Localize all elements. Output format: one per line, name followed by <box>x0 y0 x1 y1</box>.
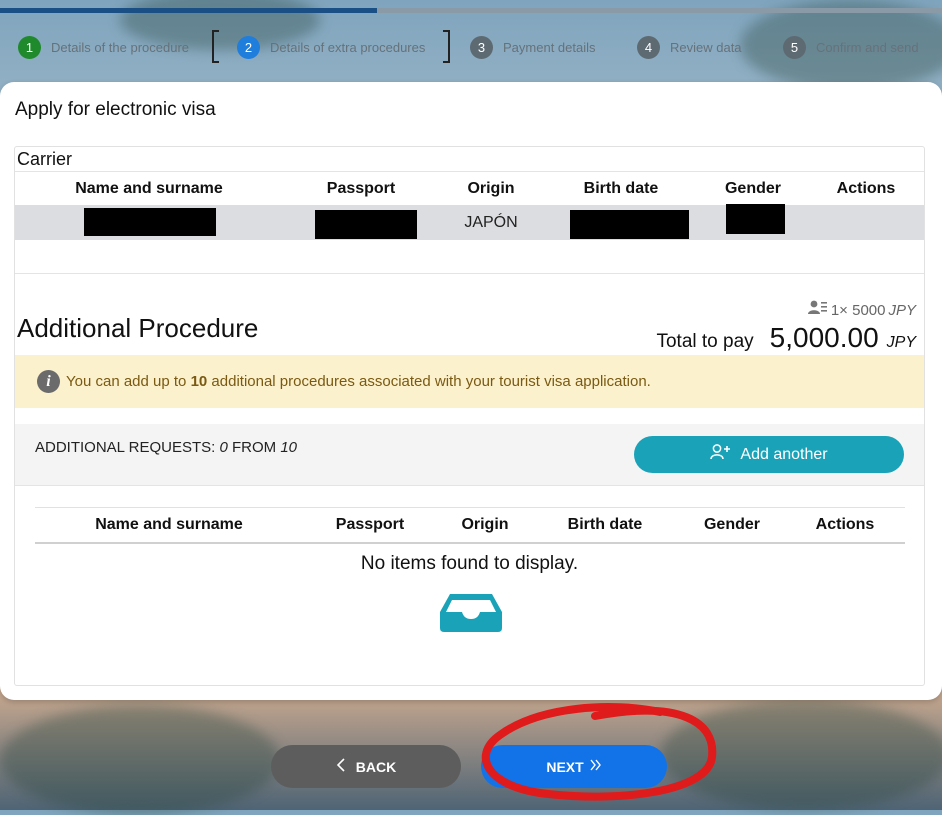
column-header-name: Name and surname <box>75 180 223 197</box>
step-3[interactable]: 3 Payment details <box>470 28 596 66</box>
column-header-origin: Origin <box>467 180 515 197</box>
add-another-label: Add another <box>740 445 828 463</box>
step-1[interactable]: 1 Details of the procedure <box>18 28 189 66</box>
back-label: BACK <box>355 758 397 775</box>
total-label: Total to pay <box>656 331 754 352</box>
double-chevron-right-icon <box>590 758 602 775</box>
requests-max: 10 <box>280 439 298 456</box>
redacted-gender <box>726 204 785 234</box>
column-header-passport: Passport <box>335 516 405 533</box>
column-header-origin: Origin <box>461 516 509 533</box>
requests-from: FROM <box>227 439 281 456</box>
column-header-passport: Passport <box>326 180 396 197</box>
step-label: Details of extra procedures <box>270 39 426 55</box>
requests-label: ADDITIONAL REQUESTS: <box>35 439 220 456</box>
user-plus-icon <box>710 444 732 465</box>
carrier-table-header: Name and surname Passport Origin Birth d… <box>15 171 924 205</box>
additional-table-header: Name and surname Passport Origin Birth d… <box>35 507 905 544</box>
step-2[interactable]: 2 Details of extra procedures <box>237 28 425 66</box>
step-4[interactable]: 4 Review data <box>637 28 742 66</box>
empty-state-message: No items found to display. <box>360 553 579 574</box>
step-number: 5 <box>783 35 806 59</box>
step-label: Details of the procedure <box>51 39 190 55</box>
total-amount: 5,000.00 <box>769 322 879 353</box>
unit-price: 1× 5000 JPY <box>807 300 916 320</box>
procedure-panel: Carrier Name and surname Passport Origin… <box>14 146 925 686</box>
progress-bar-fill <box>0 8 377 13</box>
carrier-heading: Carrier <box>17 149 73 169</box>
step-label: Review data <box>670 39 742 55</box>
redacted-name <box>84 208 216 236</box>
additional-requests-bar: ADDITIONAL REQUESTS: 0 FROM 10 Add anoth… <box>15 424 924 486</box>
next-button[interactable]: NEXT <box>481 745 667 788</box>
additional-requests-counter: ADDITIONAL REQUESTS: 0 FROM 10 <box>35 439 297 456</box>
redacted-passport <box>315 210 417 239</box>
stepper: 1 Details of the procedure 2 Details of … <box>0 28 942 68</box>
notice-prefix: You can add up to <box>66 373 191 390</box>
next-label: NEXT <box>546 758 584 775</box>
step-label: Payment details <box>503 39 596 55</box>
background-tree <box>0 705 280 815</box>
step-number: 4 <box>637 35 660 59</box>
additional-procedure-heading: Additional Procedure <box>17 313 259 343</box>
column-header-actions: Actions <box>836 180 896 197</box>
unit-price-value: 1× 5000 <box>830 301 886 319</box>
back-button[interactable]: BACK <box>271 745 461 788</box>
active-step-bracket-right <box>443 30 450 63</box>
column-header-gender: Gender <box>724 180 781 197</box>
chevron-left-icon <box>336 758 346 775</box>
add-another-button[interactable]: Add another <box>634 436 904 473</box>
visa-form-card: Apply for electronic visa Carrier Name a… <box>0 82 942 700</box>
total-to-pay: Total to pay 5,000.00 JPY <box>656 322 916 354</box>
carrier-table-row: JAPÓN <box>15 204 924 240</box>
active-step-bracket-left <box>212 30 219 63</box>
step-number: 3 <box>470 35 493 59</box>
unit-price-currency: JPY <box>888 301 916 319</box>
empty-inbox-icon <box>438 592 504 639</box>
background-tree <box>660 700 942 810</box>
page-title: Apply for electronic visa <box>15 99 216 120</box>
notice-suffix: additional procedures associated with yo… <box>207 373 651 390</box>
redacted-birth-date <box>570 210 689 239</box>
section-divider <box>15 273 924 274</box>
column-header-birth-date: Birth date <box>583 180 659 197</box>
step-label: Confirm and send <box>816 39 919 55</box>
info-icon: i <box>37 370 60 393</box>
requests-count: 0 <box>219 439 228 456</box>
column-header-actions: Actions <box>815 516 875 533</box>
column-header-name: Name and surname <box>95 516 243 533</box>
carrier-origin: JAPÓN <box>464 214 518 231</box>
total-currency: JPY <box>886 334 916 351</box>
column-header-birth-date: Birth date <box>567 516 643 533</box>
step-5[interactable]: 5 Confirm and send <box>783 28 919 66</box>
info-notice: i You can add up to 10 additional proced… <box>15 355 924 408</box>
column-header-gender: Gender <box>703 516 760 533</box>
notice-max-count: 10 <box>190 373 208 390</box>
step-number: 1 <box>18 35 41 59</box>
user-list-icon <box>807 300 828 320</box>
step-number: 2 <box>237 35 260 59</box>
progress-bar <box>0 8 942 13</box>
